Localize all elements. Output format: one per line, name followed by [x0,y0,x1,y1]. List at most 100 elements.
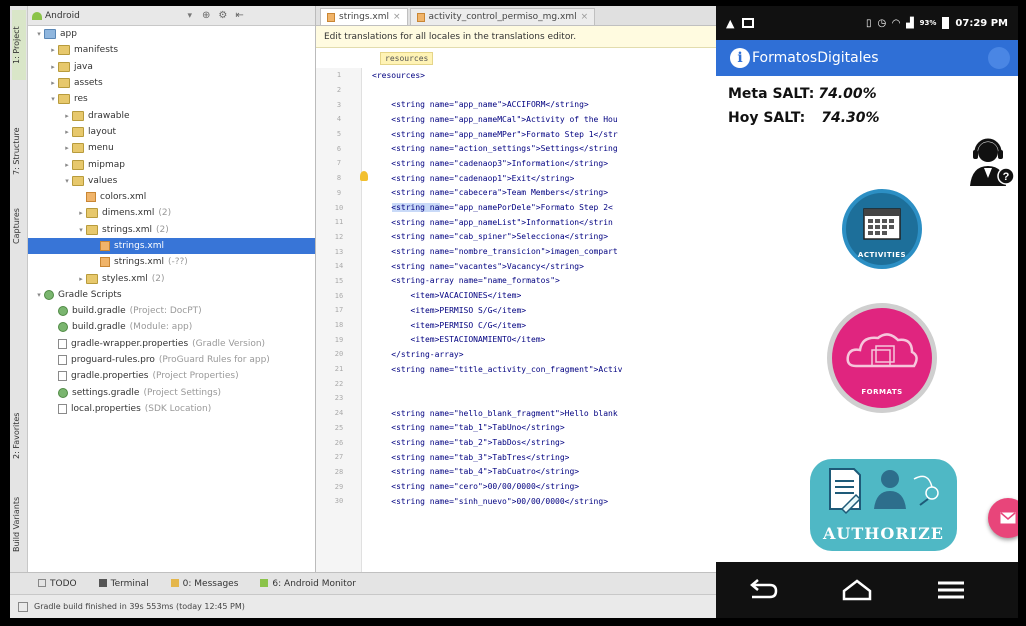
expand-arrow-icon[interactable]: ▾ [48,95,58,103]
lightbulb-icon[interactable] [360,171,368,181]
code-line[interactable]: 10 <string name="app_namePorDele">Format… [316,200,716,215]
terminal-tab[interactable]: Terminal [98,579,149,589]
tree-item[interactable]: ▾ strings.xml (2) [28,222,315,238]
code-line[interactable]: 19 <item>ESTACIONAMIENTO</item> [316,332,716,347]
info-icon[interactable]: i [730,48,750,68]
overflow-menu-button[interactable] [988,47,1010,69]
expand-arrow-icon[interactable]: ▸ [48,79,58,87]
formats-button[interactable]: FORMATS [827,303,937,413]
todo-tab[interactable]: TODO [38,579,77,589]
tool-tab-favorites[interactable]: 2: Favorites [12,406,26,466]
tree-item[interactable]: ▸ drawable [28,107,315,123]
support-agent-icon[interactable]: ? [968,136,1014,188]
expand-arrow-icon[interactable]: ▸ [48,46,58,54]
code-line[interactable]: 17 <item>PERMISO S/G</item> [316,303,716,318]
tree-item[interactable]: settings.gradle (Project Settings) [28,385,315,401]
code-line[interactable]: 18 <item>PERMISO C/G</item> [316,318,716,333]
tree-item[interactable]: ▸ mipmap [28,156,315,172]
back-icon[interactable] [748,579,778,601]
code-area[interactable]: 1 <resources> 2 3 <string name="app_name">A… [316,68,716,572]
tool-tab-project[interactable]: 1: Project [12,10,26,80]
code-line[interactable]: 20 </string-array> [316,347,716,362]
expand-arrow-icon[interactable]: ▸ [62,128,72,136]
code-line[interactable]: 12 <string name="cab_spiner">Selecciona<… [316,230,716,245]
android-monitor-tab[interactable]: 6: Android Monitor [260,579,356,589]
home-icon[interactable] [841,579,873,601]
code-line[interactable]: 7 <string name="cadenaop3">Information</… [316,156,716,171]
tree-item[interactable]: strings.xml [28,237,315,255]
tree-item[interactable]: ▸ menu [28,140,315,156]
tree-item[interactable]: colors.xml [28,189,315,205]
close-icon[interactable]: × [393,12,401,22]
code-line[interactable]: 24 <string name="hello_blank_fragment">H… [316,406,716,421]
code-line[interactable]: 22 [316,376,716,391]
code-line[interactable]: 6 <string name="action_settings">Setting… [316,141,716,156]
code-line[interactable]: 5 <string name="app_nameMPer">Formato St… [316,127,716,142]
code-line[interactable]: 13 <string name="nombre_transicion">imag… [316,244,716,259]
tree-item[interactable]: ▾ app [28,26,315,42]
expand-arrow-icon[interactable]: ▸ [62,112,72,120]
tree-item[interactable]: gradle.properties (Project Properties) [28,368,315,384]
expand-arrow-icon[interactable]: ▸ [62,161,72,169]
tree-item[interactable]: ▸ styles.xml (2) [28,270,315,286]
tool-tab-structure[interactable]: 7: Structure [12,116,26,186]
code-line[interactable]: 14 <string name="vacantes">Vacancy</stri… [316,259,716,274]
editor-tab[interactable]: activity_control_permiso_mg.xml × [409,8,596,25]
settings-icon[interactable]: ⚙ [218,10,227,21]
code-line[interactable]: 11 <string name="app_nameList">Informati… [316,215,716,230]
tool-tab-captures[interactable]: Captures [12,196,26,256]
code-line[interactable]: 16 <item>VACACIONES</item> [316,288,716,303]
tree-item[interactable]: build.gradle (Project: DocPT) [28,303,315,319]
tree-item[interactable]: ▾ Gradle Scripts [28,287,315,303]
tree-item[interactable]: build.gradle (Module: app) [28,319,315,335]
code-line[interactable]: 2 [316,83,716,98]
code-line[interactable]: 26 <string name="tab_2">TabDos</string> [316,435,716,450]
expand-arrow-icon[interactable]: ▾ [34,291,44,299]
code-line[interactable]: 15 <string-array name="name_formatos"> [316,274,716,289]
tree-item[interactable]: ▾ res [28,91,315,107]
close-icon[interactable]: × [581,12,589,22]
sync-icon[interactable]: ⊕ [202,10,210,21]
breadcrumb[interactable]: resources [380,51,434,65]
code-line[interactable]: 29 <string name="cero">00/00/0000</strin… [316,479,716,494]
menu-icon[interactable] [936,579,966,601]
code-line[interactable]: 25 <string name="tab_1">TabUno</string> [316,421,716,436]
tree-item[interactable]: ▸ java [28,59,315,75]
expand-arrow-icon[interactable]: ▸ [76,275,86,283]
status-toggle-icon[interactable] [18,601,28,612]
tree-item[interactable]: ▸ layout [28,124,315,140]
project-view-selector[interactable]: Android ▾ [32,11,192,21]
tree-item[interactable]: ▾ values [28,173,315,189]
editor-tab[interactable]: strings.xml × [320,8,408,25]
tree-item[interactable]: ▸ manifests [28,42,315,58]
code-line[interactable]: 27 <string name="tab_3">TabTres</string> [316,450,716,465]
code-line[interactable]: 1 <resources> [316,68,716,83]
tree-item[interactable]: gradle-wrapper.properties (Gradle Version… [28,336,315,352]
code-line[interactable]: 30 <string name="sinh_nuevo">00/00/0000<… [316,494,716,509]
tree-item[interactable]: ▸ assets [28,75,315,91]
code-line[interactable]: 3 <string name="app_name">ACCIFORM</stri… [316,97,716,112]
tree-item[interactable]: local.properties (SDK Location) [28,401,315,417]
activities-button[interactable]: ACTIVITIES [842,189,922,269]
expand-arrow-icon[interactable]: ▾ [62,177,72,185]
messages-tab[interactable]: 0: Messages [170,579,238,589]
expand-arrow-icon[interactable]: ▸ [76,209,86,217]
tree-item[interactable]: proguard-rules.pro (ProGuard Rules for ap… [28,352,315,368]
authorize-button[interactable]: AUTHORIZE [810,459,957,551]
code-line[interactable]: 21 <string name="title_activity_con_frag… [316,362,716,377]
expand-arrow-icon[interactable]: ▾ [76,226,86,234]
code-line[interactable]: 4 <string name="app_nameMCal">Activity o… [316,112,716,127]
tree-item[interactable]: strings.xml (-??) [28,254,315,270]
expand-arrow-icon[interactable]: ▾ [34,30,44,38]
app-bar: i FormatosDigitales [716,40,1018,76]
code-line[interactable]: 23 [316,391,716,406]
tool-tab-build-variants[interactable]: Build Variants [12,484,26,564]
code-line[interactable]: 9 <string name="cabecera">Team Members</… [316,186,716,201]
email-fab-button[interactable] [988,498,1018,538]
code-line[interactable]: 8 <string name="cadenaop1">Exit</string> [316,171,716,186]
code-line[interactable]: 28 <string name="tab_4">TabCuatro</strin… [316,465,716,480]
tree-item[interactable]: ▸ dimens.xml (2) [28,205,315,221]
expand-arrow-icon[interactable]: ▸ [48,63,58,71]
collapse-icon[interactable]: ⇤ [235,10,243,21]
expand-arrow-icon[interactable]: ▸ [62,144,72,152]
